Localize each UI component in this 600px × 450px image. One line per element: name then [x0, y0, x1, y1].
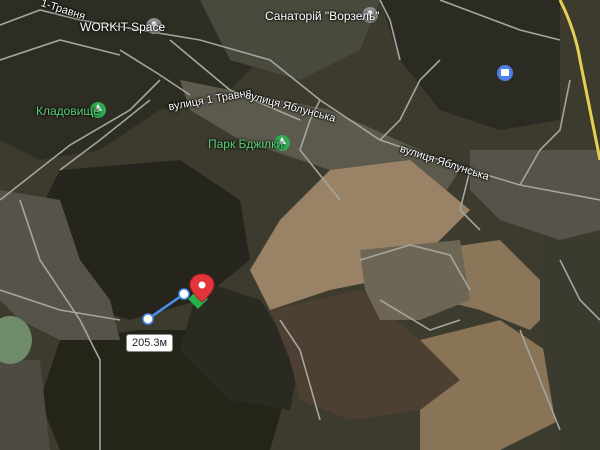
- pin-center-dot: [198, 281, 206, 289]
- poi-label-workit[interactable]: WORKIT Space: [80, 20, 165, 34]
- poi-label-cemetery[interactable]: Кладовище: [36, 104, 100, 118]
- distance-end-point[interactable]: [178, 288, 190, 300]
- poi-label-sanatorium[interactable]: Санаторій "Ворзель": [265, 9, 380, 23]
- satellite-map[interactable]: [0, 0, 600, 450]
- distance-start-point[interactable]: [142, 313, 154, 325]
- poi-label-park[interactable]: Парк Бджілки: [208, 137, 283, 151]
- blue-bus-stop-icon[interactable]: [497, 65, 513, 81]
- distance-label: 205.3м: [126, 334, 174, 352]
